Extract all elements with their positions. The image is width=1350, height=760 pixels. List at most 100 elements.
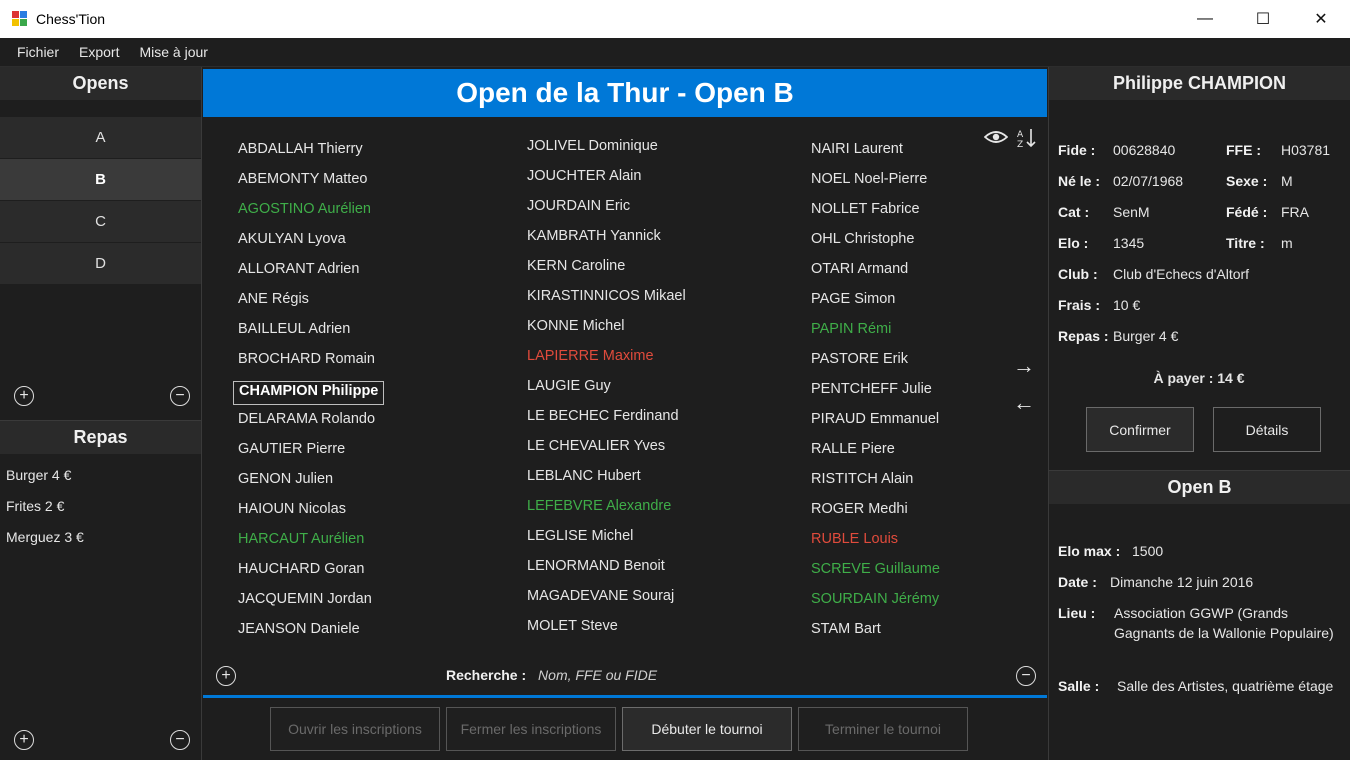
player-list-item[interactable]: ABDALLAH Thierry: [238, 141, 384, 171]
opens-title: Opens: [0, 67, 201, 100]
search-input[interactable]: Nom, FFE ou FIDE: [538, 667, 657, 683]
player-list-item[interactable]: GENON Julien: [238, 471, 384, 501]
player-list-item[interactable]: DELARAMA Rolando: [238, 411, 384, 441]
maximize-button[interactable]: ☐: [1234, 0, 1292, 38]
player-list-item[interactable]: AGOSTINO Aurélien: [238, 201, 384, 231]
add-player-button[interactable]: +: [216, 666, 236, 686]
player-list-item[interactable]: KERN Caroline: [527, 258, 686, 288]
player-list-item[interactable]: AKULYAN Lyova: [238, 231, 384, 261]
player-list-item[interactable]: SCREVE Guillaume: [811, 561, 940, 591]
prev-arrow-icon[interactable]: ←: [1013, 390, 1035, 416]
player-column-2: JOLIVEL Dominique JOUCHTER Alain JOURDAIN …: [527, 138, 686, 648]
details-button[interactable]: Détails: [1213, 407, 1321, 452]
player-list-item[interactable]: HAUCHARD Goran: [238, 561, 384, 591]
menu-fichier[interactable]: Fichier: [7, 44, 69, 60]
player-list-item[interactable]: CHAMPION Philippe: [233, 381, 385, 405]
player-list-item[interactable]: JOLIVEL Dominique: [527, 138, 686, 168]
cat-label: Cat :: [1058, 204, 1090, 220]
player-list-item[interactable]: BROCHARD Romain: [238, 351, 384, 381]
player-list-item[interactable]: PAGE Simon: [811, 291, 940, 321]
player-list-item[interactable]: PENTCHEFF Julie: [811, 381, 940, 411]
menu-mise-a-jour[interactable]: Mise à jour: [129, 44, 217, 60]
fees-value: 10 €: [1113, 297, 1141, 313]
player-list-item[interactable]: JACQUEMIN Jordan: [238, 591, 384, 621]
open-registrations-button[interactable]: Ouvrir les inscriptions: [270, 707, 440, 751]
add-repas-button[interactable]: +: [14, 730, 34, 750]
eye-icon[interactable]: [984, 129, 1008, 145]
player-list-item[interactable]: LE CHEVALIER Yves: [527, 438, 686, 468]
player-list-item[interactable]: MAGADEVANE Souraj: [527, 588, 686, 618]
player-list-item[interactable]: ALLORANT Adrien: [238, 261, 384, 291]
repas-item[interactable]: Merguez 3 €: [6, 529, 84, 560]
player-list-item[interactable]: OHL Christophe: [811, 231, 940, 261]
player-list-item[interactable]: NOLLET Fabrice: [811, 201, 940, 231]
player-list-item[interactable]: LAUGIE Guy: [527, 378, 686, 408]
menu-export[interactable]: Export: [69, 44, 129, 60]
title-bar: Chess'Tion — ☐ ✕: [0, 0, 1350, 38]
player-list-item[interactable]: LEGLISE Michel: [527, 528, 686, 558]
player-list-item[interactable]: HAIOUN Nicolas: [238, 501, 384, 531]
close-button[interactable]: ✕: [1292, 0, 1350, 38]
remove-player-button[interactable]: −: [1016, 666, 1036, 686]
minimize-button[interactable]: —: [1176, 0, 1234, 38]
room-label: Salle :: [1058, 678, 1100, 694]
start-tournament-button[interactable]: Débuter le tournoi: [622, 707, 792, 751]
player-list-item[interactable]: SOURDAIN Jérémy: [811, 591, 940, 621]
player-list-item[interactable]: RALLE Piere: [811, 441, 940, 471]
open-item-d[interactable]: D: [0, 243, 201, 284]
repas-item[interactable]: Frites 2 €: [6, 498, 84, 529]
close-registrations-button[interactable]: Fermer les inscriptions: [446, 707, 616, 751]
sex-label: Sexe :: [1226, 173, 1268, 189]
center-panel: Open de la Thur - Open B ABDALLAH Thierr…: [202, 67, 1048, 760]
add-open-button[interactable]: +: [14, 386, 34, 406]
place-label: Lieu :: [1058, 605, 1096, 621]
repas-item[interactable]: Burger 4 €: [6, 467, 84, 498]
player-list-item[interactable]: LE BECHEC Ferdinand: [527, 408, 686, 438]
born-value: 02/07/1968: [1113, 173, 1184, 189]
player-list-item[interactable]: JOUCHTER Alain: [527, 168, 686, 198]
player-list-item[interactable]: ANE Régis: [238, 291, 384, 321]
player-list-item[interactable]: PAPIN Rémi: [811, 321, 940, 351]
player-list-item[interactable]: OTARI Armand: [811, 261, 940, 291]
player-list-item[interactable]: KAMBRATH Yannick: [527, 228, 686, 258]
svg-text:Z: Z: [1017, 140, 1023, 149]
player-list-item[interactable]: KONNE Michel: [527, 318, 686, 348]
player-list-item[interactable]: HARCAUT Aurélien: [238, 531, 384, 561]
open-item-b[interactable]: B: [0, 159, 201, 200]
player-list-item[interactable]: ABEMONTY Matteo: [238, 171, 384, 201]
player-list-item[interactable]: RISTITCH Alain: [811, 471, 940, 501]
remove-repas-button[interactable]: −: [170, 730, 190, 750]
player-list-item[interactable]: ROGER Medhi: [811, 501, 940, 531]
open-item-c[interactable]: C: [0, 201, 201, 242]
player-list-item[interactable]: PIRAUD Emmanuel: [811, 411, 940, 441]
player-list-item[interactable]: STAM Bart: [811, 621, 940, 651]
end-tournament-button[interactable]: Terminer le tournoi: [798, 707, 968, 751]
player-list-item[interactable]: NAIRI Laurent: [811, 141, 940, 171]
player-list-item[interactable]: KIRASTINNICOS Mikael: [527, 288, 686, 318]
player-list-item[interactable]: PASTORE Erik: [811, 351, 940, 381]
title-label: Titre :: [1226, 235, 1265, 251]
search-label: Recherche :: [446, 667, 527, 683]
place-value: Association GGWP (Grands Gagnants de la …: [1114, 605, 1334, 641]
player-list-item[interactable]: LEBLANC Hubert: [527, 468, 686, 498]
elo-max-label: Elo max :: [1058, 543, 1121, 559]
player-list-item[interactable]: BAILLEUL Adrien: [238, 321, 384, 351]
confirm-button[interactable]: Confirmer: [1086, 407, 1194, 452]
player-list-item[interactable]: GAUTIER Pierre: [238, 441, 384, 471]
ffe-label: FFE :: [1226, 142, 1261, 158]
player-list-item[interactable]: MOLET Steve: [527, 618, 686, 648]
open-item-a[interactable]: A: [0, 117, 201, 158]
sort-az-icon[interactable]: A Z: [1016, 127, 1038, 149]
player-list-item[interactable]: JEANSON Daniele: [238, 621, 384, 651]
player-list-item[interactable]: JOURDAIN Eric: [527, 198, 686, 228]
player-list-item[interactable]: LENORMAND Benoit: [527, 558, 686, 588]
player-list-item[interactable]: LEFEBVRE Alexandre: [527, 498, 686, 528]
date-label: Date :: [1058, 574, 1097, 590]
repas-list: Burger 4 € Frites 2 € Merguez 3 €: [6, 467, 84, 560]
remove-open-button[interactable]: −: [170, 386, 190, 406]
player-list-item[interactable]: LAPIERRE Maxime: [527, 348, 686, 378]
room-value: Salle des Artistes, quatrième étage: [1117, 678, 1334, 694]
next-arrow-icon[interactable]: →: [1013, 353, 1035, 379]
player-list-item[interactable]: NOEL Noel-Pierre: [811, 171, 940, 201]
player-list-item[interactable]: RUBLE Louis: [811, 531, 940, 561]
